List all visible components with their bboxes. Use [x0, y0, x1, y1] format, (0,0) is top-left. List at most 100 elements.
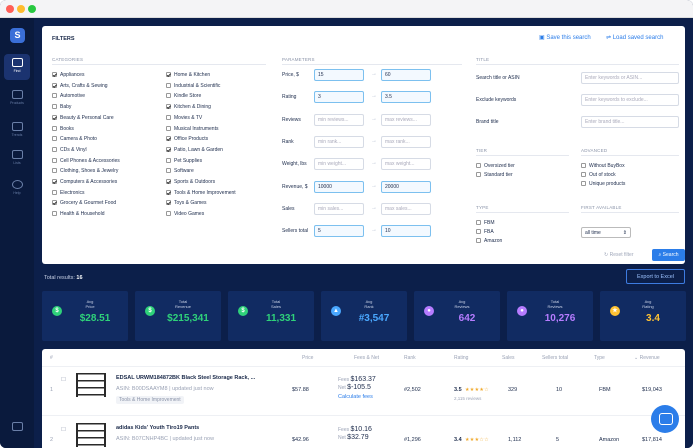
brand-title-input[interactable]: Enter brand title... [581, 116, 679, 128]
checkbox-box[interactable] [52, 200, 57, 206]
asin-value[interactable]: B00DSAAYM8 [132, 386, 168, 392]
checkbox-box[interactable] [52, 82, 57, 88]
product-title[interactable]: EDSAL URWM184872BK Black Steel Storage R… [116, 375, 255, 381]
tier-standard-tier-checkbox[interactable]: Standard tier [476, 172, 513, 178]
category-tools-home-improvement-checkbox[interactable]: Tools & Home Improvement [166, 189, 236, 196]
checkbox-box[interactable] [52, 93, 57, 99]
advanced-unique-products-checkbox[interactable]: Unique products [581, 181, 625, 187]
category-baby-checkbox[interactable]: Baby [52, 104, 71, 110]
checkbox-box[interactable] [166, 93, 171, 99]
checkbox-box[interactable] [166, 200, 171, 206]
param-reviews-max-input[interactable]: max reviews... [381, 113, 431, 126]
checkbox-box[interactable] [166, 104, 171, 110]
param-price-max-input[interactable]: 60 [381, 69, 431, 81]
param-rating-max-input[interactable]: 3.5 [381, 91, 431, 104]
checkbox-box[interactable] [52, 189, 57, 195]
category-video-games-checkbox[interactable]: Video Games [166, 211, 204, 217]
minimize-window-button[interactable] [17, 5, 25, 13]
category-patio-lawn-garden-checkbox[interactable]: Patio, Lawn & Garden [166, 146, 223, 153]
header-revenue[interactable]: ⌄ Revenue [634, 355, 660, 361]
category-beauty-personal-care-checkbox[interactable]: Beauty & Personal Care [52, 114, 114, 121]
checkbox-box[interactable] [52, 136, 57, 142]
search-title-or-asin-input[interactable]: Enter keywords or ASIN... [581, 72, 679, 84]
maximize-window-button[interactable] [28, 5, 36, 13]
header-price[interactable]: Price [302, 355, 313, 361]
load-search-link[interactable]: ⇌ Load saved search [606, 34, 663, 41]
checkbox-box[interactable] [476, 220, 481, 225]
category-office-products-checkbox[interactable]: Office Products [166, 136, 208, 142]
exclude-keywords-input[interactable]: Enter keywords to exclude... [581, 94, 679, 106]
category-appliances-checkbox[interactable]: Appliances [52, 72, 84, 78]
nav-help[interactable]: Help [4, 176, 30, 202]
param-revenue-max-input[interactable]: 20000 [381, 180, 431, 193]
nav-lists[interactable]: Lists [4, 146, 30, 172]
param-rating-min-input[interactable]: 3 [314, 91, 364, 104]
category-movies-tv-checkbox[interactable]: Movies & TV [166, 114, 202, 121]
header-type[interactable]: Type [594, 355, 605, 361]
checkbox-box[interactable] [166, 179, 171, 184]
checkbox-box[interactable] [166, 72, 171, 77]
type-fba-checkbox[interactable]: FBA [476, 229, 494, 235]
category-sports-outdoors-checkbox[interactable]: Sports & Outdoors [166, 179, 215, 185]
param-weight-lbs-min-input[interactable]: min weight... [314, 158, 364, 171]
asin-value[interactable]: B07CNHP4BC [132, 436, 168, 442]
category-software-checkbox[interactable]: Software [166, 168, 194, 174]
checkbox-box[interactable] [52, 179, 57, 184]
bookmark-icon[interactable]: ☐ [61, 427, 66, 433]
param-sellers-total-max-input[interactable]: 10 [381, 225, 431, 238]
product-thumbnail[interactable] [76, 423, 106, 447]
reset-filter-button[interactable]: ↻ Reset filter [604, 252, 634, 258]
checkbox-box[interactable] [166, 82, 171, 88]
checkbox-box[interactable] [52, 211, 57, 217]
checkbox-box[interactable] [166, 211, 171, 217]
product-title[interactable]: adidas Kids' Youth Tiro19 Pants [116, 425, 199, 431]
header-fees-net[interactable]: Fees & Net [354, 355, 379, 361]
product-thumbnail[interactable] [76, 373, 106, 397]
checkbox-box[interactable] [52, 125, 57, 131]
category-kindle-store-checkbox[interactable]: Kindle Store [166, 93, 201, 99]
checkbox-box[interactable] [476, 238, 481, 243]
checkbox-box[interactable] [166, 189, 171, 195]
tier-oversized-tier-checkbox[interactable]: Oversized tier [476, 163, 515, 169]
checkbox-box[interactable] [166, 125, 171, 131]
category-pet-supplies-checkbox[interactable]: Pet Supplies [166, 157, 202, 164]
nav-trends[interactable]: Trends [4, 118, 30, 144]
category-camera-photo-checkbox[interactable]: Camera & Photo [52, 136, 97, 142]
category-arts-crafts-sewing-checkbox[interactable]: Arts, Crafts & Sewing [52, 82, 108, 89]
search-button[interactable]: ⌕ Search [652, 249, 685, 261]
close-window-button[interactable] [6, 5, 14, 13]
category-health-household-checkbox[interactable]: Health & Household [52, 211, 104, 217]
category-musical-instruments-checkbox[interactable]: Musical Instruments [166, 125, 218, 132]
checkbox-box[interactable] [166, 146, 171, 152]
calculate-fees-link[interactable]: Calculate fees [338, 394, 373, 400]
checkbox-box[interactable] [52, 157, 57, 163]
first-available-select[interactable]: all time ⇕ [581, 227, 631, 238]
category-cds-vinyl-checkbox[interactable]: CDs & Vinyl [52, 146, 87, 153]
category-kitchen-dining-checkbox[interactable]: Kitchen & Dining [166, 104, 211, 110]
type-fbm-checkbox[interactable]: FBM [476, 220, 495, 226]
checkbox-box[interactable] [166, 157, 171, 163]
category-home-kitchen-checkbox[interactable]: Home & Kitchen [166, 72, 210, 78]
category-books-checkbox[interactable]: Books [52, 125, 74, 132]
header-rating[interactable]: Rating [454, 355, 468, 361]
checkbox-box[interactable] [581, 172, 586, 177]
param-revenue-min-input[interactable]: 10000 [314, 180, 364, 193]
app-logo[interactable]: S [10, 28, 25, 43]
param-sellers-total-min-input[interactable]: 5 [314, 225, 364, 238]
type-amazon-checkbox[interactable]: Amazon [476, 238, 502, 244]
chat-button[interactable] [651, 405, 679, 433]
export-excel-button[interactable]: Export to Excel [626, 269, 685, 284]
nav-products[interactable]: Products [4, 86, 30, 112]
header-sales[interactable]: Sales [502, 355, 515, 361]
category-cell-phones-accessories-checkbox[interactable]: Cell Phones & Accessories [52, 157, 120, 164]
checkbox-box[interactable] [52, 72, 57, 77]
checkbox-box[interactable] [476, 172, 481, 177]
checkbox-box[interactable] [52, 146, 57, 152]
param-price-min-input[interactable]: 15 [314, 69, 364, 81]
bookmark-icon[interactable]: ☐ [61, 377, 66, 383]
param-rank-min-input[interactable]: min rank... [314, 135, 364, 148]
nav-find[interactable]: Find [4, 54, 30, 80]
param-reviews-min-input[interactable]: min reviews... [314, 113, 364, 126]
save-search-link[interactable]: ▣ Save this search [539, 34, 591, 41]
checkbox-box[interactable] [52, 104, 57, 110]
